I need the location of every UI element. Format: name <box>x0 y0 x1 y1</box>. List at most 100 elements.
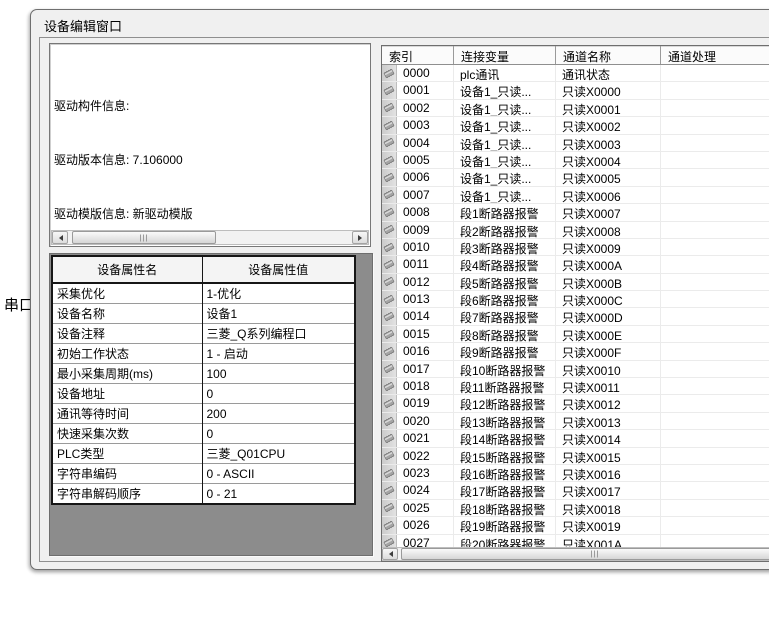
channel-index: 0007 <box>397 187 430 203</box>
table-row[interactable]: 0011 段4断路器报警 只读X000A <box>382 256 769 273</box>
scroll-thumb[interactable] <box>72 231 216 244</box>
property-row[interactable]: 快速采集次数 0 <box>52 424 355 444</box>
table-row[interactable]: 0022 段15断路器报警 只读X0015 <box>382 448 769 465</box>
scroll-thumb[interactable] <box>401 548 769 560</box>
arrow-right-icon <box>358 235 365 241</box>
scroll-track[interactable] <box>399 548 769 560</box>
channel-index: 0022 <box>397 448 430 464</box>
index-column-header: 索引 <box>382 46 454 64</box>
link-variable-cell: 设备1_只读... <box>454 117 556 133</box>
table-row[interactable]: 0026 段19断路器报警 只读X0019 <box>382 517 769 534</box>
table-row[interactable]: 0004 设备1_只读... 只读X0003 <box>382 135 769 152</box>
table-row[interactable]: 0013 段6断路器报警 只读X000C <box>382 291 769 308</box>
channel-name-cell: 只读X0018 <box>556 500 661 516</box>
link-variable-cell: 段8断路器报警 <box>454 326 556 342</box>
property-value-cell[interactable]: 0 <box>202 424 355 444</box>
table-row[interactable]: 0014 段7断路器报警 只读X000D <box>382 308 769 325</box>
index-cell: 0025 <box>382 500 454 516</box>
table-row[interactable]: 0024 段17断路器报警 只读X0017 <box>382 482 769 499</box>
channel-index: 0024 <box>397 482 430 498</box>
scroll-left-button[interactable] <box>52 231 68 244</box>
table-row[interactable]: 0002 设备1_只读... 只读X0001 <box>382 100 769 117</box>
scroll-track[interactable] <box>69 231 351 244</box>
link-variable-cell: 段9断路器报警 <box>454 343 556 359</box>
channel-process-cell <box>661 256 769 272</box>
info-hscrollbar[interactable] <box>51 230 369 245</box>
table-row[interactable]: 0027 段20断路器报警 只读X001A <box>382 535 769 547</box>
index-cell: 0012 <box>382 274 454 290</box>
property-value-cell[interactable]: 200 <box>202 404 355 424</box>
channel-index: 0027 <box>397 535 430 547</box>
chip-icon <box>382 152 397 168</box>
table-row[interactable]: 0010 段3断路器报警 只读X0009 <box>382 239 769 256</box>
table-row[interactable]: 0012 段5断路器报警 只读X000B <box>382 274 769 291</box>
chip-icon <box>382 204 397 220</box>
index-cell: 0026 <box>382 517 454 533</box>
channel-process-cell <box>661 169 769 185</box>
property-row[interactable]: 通讯等待时间 200 <box>52 404 355 424</box>
table-row[interactable]: 0020 段13断路器报警 只读X0013 <box>382 413 769 430</box>
property-value-cell[interactable]: 100 <box>202 364 355 384</box>
link-variable-cell: 段4断路器报警 <box>454 256 556 272</box>
table-row[interactable]: 0006 设备1_只读... 只读X0005 <box>382 169 769 186</box>
channel-index: 0010 <box>397 239 430 255</box>
channel-index: 0001 <box>397 82 430 98</box>
property-row[interactable]: 最小采集周期(ms) 100 <box>52 364 355 384</box>
table-row[interactable]: 0000 plc通讯 通讯状态 <box>382 65 769 82</box>
channel-name-cell: 只读X000D <box>556 308 661 324</box>
property-value-cell[interactable]: 1-优化 <box>202 283 355 304</box>
table-row[interactable]: 0025 段18断路器报警 只读X0018 <box>382 500 769 517</box>
link-variable-cell: 设备1_只读... <box>454 135 556 151</box>
chip-icon <box>382 343 397 359</box>
channel-index: 0006 <box>397 169 430 185</box>
property-value-cell[interactable]: 设备1 <box>202 304 355 324</box>
table-row[interactable]: 0003 设备1_只读... 只读X0002 <box>382 117 769 134</box>
table-row[interactable]: 0005 设备1_只读... 只读X0004 <box>382 152 769 169</box>
table-row[interactable]: 0019 段12断路器报警 只读X0012 <box>382 395 769 412</box>
channel-process-cell <box>661 135 769 151</box>
property-name-cell: 通讯等待时间 <box>52 404 202 424</box>
table-row[interactable]: 0023 段16断路器报警 只读X0016 <box>382 465 769 482</box>
property-row[interactable]: 设备地址 0 <box>52 384 355 404</box>
table-row[interactable]: 0018 段11断路器报警 只读X0011 <box>382 378 769 395</box>
chip-icon <box>382 135 397 151</box>
scroll-right-button[interactable] <box>352 231 368 244</box>
channel-process-column-header: 通道处理 <box>661 46 769 64</box>
index-cell: 0002 <box>382 100 454 116</box>
property-value-cell[interactable]: 0 - ASCII <box>202 464 355 484</box>
table-row[interactable]: 0008 段1断路器报警 只读X0007 <box>382 204 769 221</box>
channel-index: 0025 <box>397 500 430 516</box>
property-value-cell[interactable]: 三菱_Q01CPU <box>202 444 355 464</box>
property-row[interactable]: 字符串解码顺序 0 - 21 <box>52 484 355 505</box>
scroll-left-button[interactable] <box>382 548 398 560</box>
property-row[interactable]: PLC类型 三菱_Q01CPU <box>52 444 355 464</box>
property-row[interactable]: 字符串编码 0 - ASCII <box>52 464 355 484</box>
table-row[interactable]: 0017 段10断路器报警 只读X0010 <box>382 361 769 378</box>
property-value-cell[interactable]: 0 <box>202 384 355 404</box>
property-value-cell[interactable]: 三菱_Q系列编程口 <box>202 324 355 344</box>
index-cell: 0024 <box>382 482 454 498</box>
property-row[interactable]: 设备注释 三菱_Q系列编程口 <box>52 324 355 344</box>
link-variable-cell: 设备1_只读... <box>454 100 556 116</box>
channel-name-cell: 只读X0000 <box>556 82 661 98</box>
table-row[interactable]: 0001 设备1_只读... 只读X0000 <box>382 82 769 99</box>
channel-process-cell <box>661 204 769 220</box>
property-row[interactable]: 设备名称 设备1 <box>52 304 355 324</box>
channel-index: 0020 <box>397 413 430 429</box>
device-property-table: 设备属性名 设备属性值 采集优化 1-优化 设备名称 设备1 <box>51 255 356 505</box>
property-row[interactable]: 采集优化 1-优化 <box>52 283 355 304</box>
table-row[interactable]: 0021 段14断路器报警 只读X0014 <box>382 430 769 447</box>
property-value-cell[interactable]: 0 - 21 <box>202 484 355 505</box>
table-row[interactable]: 0007 设备1_只读... 只读X0006 <box>382 187 769 204</box>
chip-icon <box>382 169 397 185</box>
channel-hscrollbar[interactable] <box>382 547 769 561</box>
channel-name-cell: 只读X0014 <box>556 430 661 446</box>
property-row[interactable]: 初始工作状态 1 - 启动 <box>52 344 355 364</box>
table-row[interactable]: 0015 段8断路器报警 只读X000E <box>382 326 769 343</box>
property-value-cell[interactable]: 1 - 启动 <box>202 344 355 364</box>
table-row[interactable]: 0009 段2断路器报警 只读X0008 <box>382 222 769 239</box>
link-variable-cell: 设备1_只读... <box>454 169 556 185</box>
channel-index: 0013 <box>397 291 430 307</box>
table-row[interactable]: 0016 段9断路器报警 只读X000F <box>382 343 769 360</box>
property-table-body: 采集优化 1-优化 设备名称 设备1 设备注释 三菱_Q系列编程口 <box>52 283 355 504</box>
